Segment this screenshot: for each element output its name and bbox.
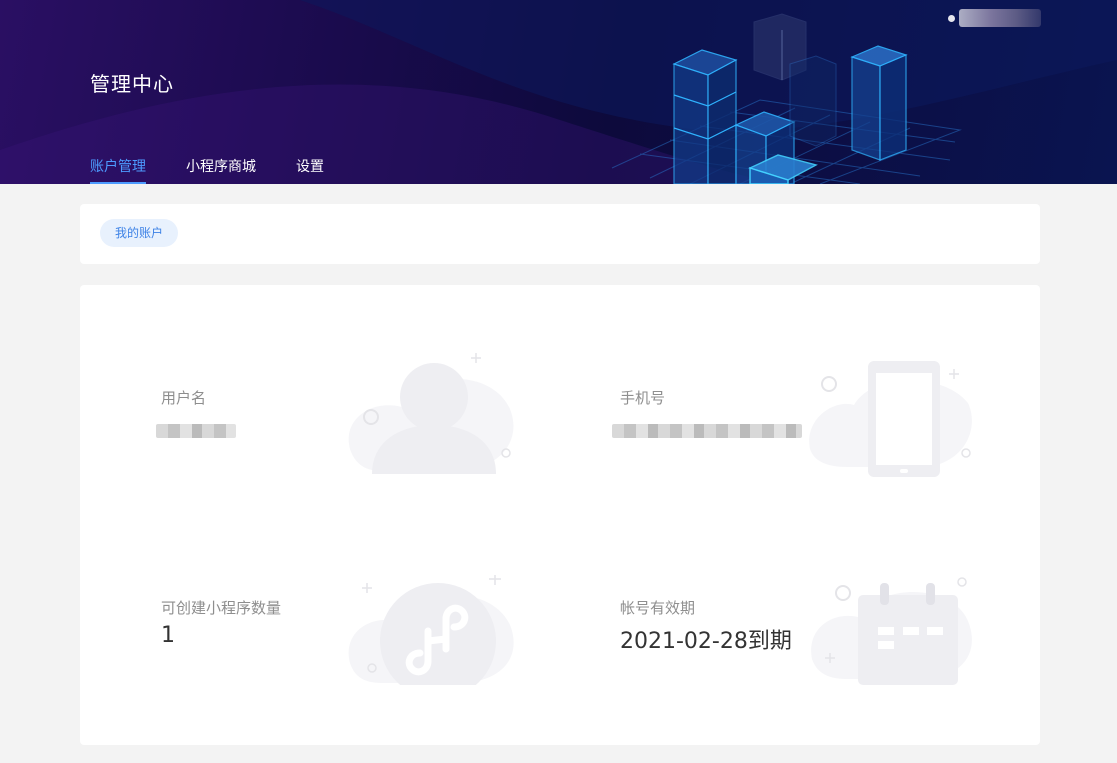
miniprogram-count-label: 可创建小程序数量 [161,599,282,617]
validity-value: 2021-02-28到期 [620,629,792,654]
miniprogram-icon [348,575,514,685]
breadcrumb: 我的账户 [80,204,1040,264]
my-account-chip[interactable]: 我的账户 [100,219,179,247]
user-name-masked: 用户 [959,9,1041,27]
avatar [948,14,955,22]
phone-value-masked: 15 [612,424,802,438]
tab-miniprogram-mall[interactable]: 小程序商城 [186,156,256,176]
tab-settings[interactable]: 设置 [296,156,324,176]
calendar-icon [811,577,972,685]
phone-label: 手机号 [620,389,666,407]
username-value-masked: 用户 [156,424,236,438]
user-icon [348,353,514,474]
username-label: 用户名 [161,389,207,407]
page-title: 管理中心 [90,72,174,96]
user-menu[interactable]: 用户 [948,6,1044,30]
tab-account-management[interactable]: 账户管理 [90,156,146,184]
miniprogram-count-value: 1 [161,623,175,648]
validity-label: 帐号有效期 [620,599,696,617]
account-info-card: 用户名 用户 手机号 15 可创建小程序数量 1 帐号有效期 2021-02-2… [80,285,1040,745]
bar-tower-icon [672,49,738,184]
phone-icon [809,361,972,477]
top-header: 管理中心 账户管理 小程序商城 设置 用户 [0,0,1117,184]
